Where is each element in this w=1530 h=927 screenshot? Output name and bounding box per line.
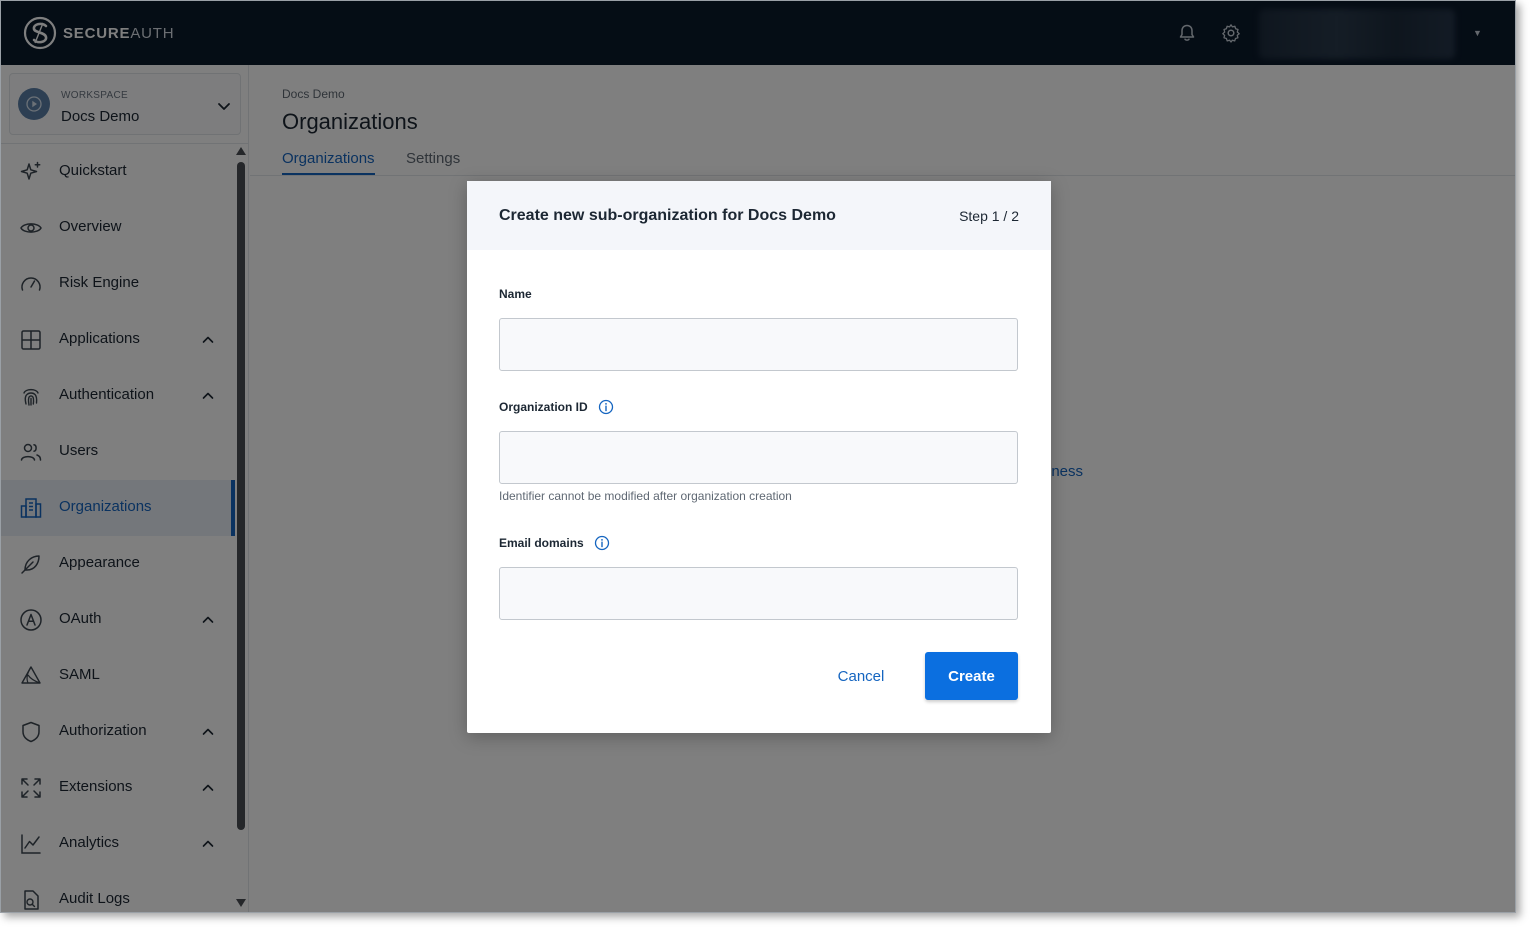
organization-id-help-text: Identifier cannot be modified after orga… xyxy=(499,489,792,503)
organization-id-label: Organization ID xyxy=(499,399,614,415)
email-domains-field[interactable] xyxy=(499,567,1018,620)
dialog-header: Create new sub-organization for Docs Dem… xyxy=(467,181,1051,250)
name-field[interactable] xyxy=(499,318,1018,371)
email-domains-label: Email domains xyxy=(499,535,610,551)
step-indicator: Step 1 / 2 xyxy=(959,208,1019,224)
dialog-title: Create new sub-organization for Docs Dem… xyxy=(499,207,836,224)
create-button[interactable]: Create xyxy=(925,652,1018,700)
cancel-button[interactable]: Cancel xyxy=(825,652,897,700)
app-window: SECUREAUTH ▼ WORKSPACE Docs Demo xyxy=(0,0,1516,913)
create-sub-organization-dialog: Create new sub-organization for Docs Dem… xyxy=(467,181,1051,733)
name-label: Name xyxy=(499,287,532,301)
organization-id-field[interactable] xyxy=(499,431,1018,484)
info-icon[interactable] xyxy=(598,399,614,415)
info-icon[interactable] xyxy=(594,535,610,551)
